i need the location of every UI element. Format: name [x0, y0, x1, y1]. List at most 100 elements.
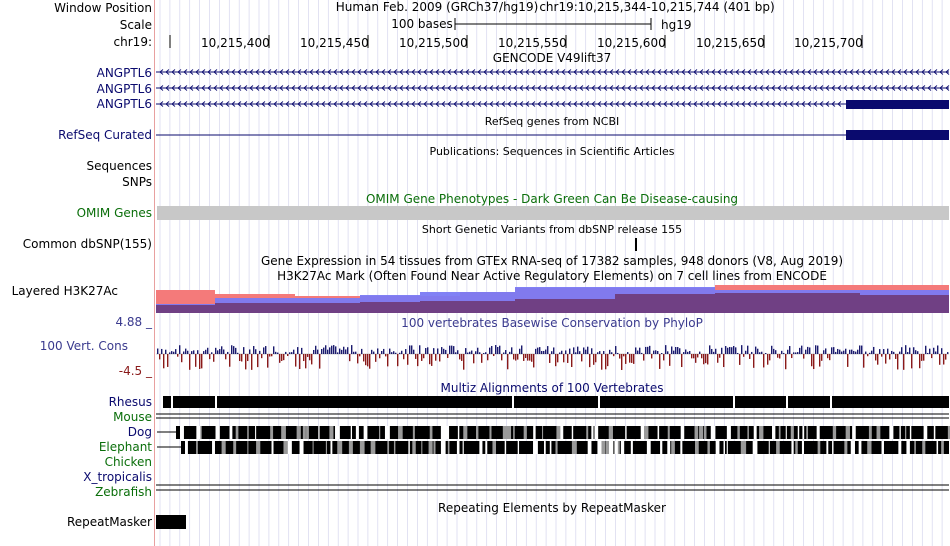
cons-bar	[611, 352, 613, 354]
cons-bar	[557, 354, 559, 363]
cons-bar	[251, 354, 253, 370]
cons-bar	[593, 354, 595, 365]
cons-bar	[923, 354, 925, 361]
cons-bar	[793, 352, 795, 354]
alignment-gap	[513, 426, 515, 439]
cons-bar	[777, 354, 779, 358]
alignment-block	[181, 441, 949, 454]
cons-bar	[225, 354, 227, 360]
alignment-gap	[533, 441, 538, 454]
alignment-gap	[355, 426, 359, 439]
cons-bar	[255, 349, 257, 354]
cons-bar	[689, 350, 691, 354]
alignment-gap	[318, 426, 320, 439]
cons-bar	[641, 352, 643, 354]
cons-bar	[757, 348, 759, 354]
cons-bar	[365, 354, 367, 366]
cons-bar	[631, 354, 633, 363]
alignment-gap	[330, 441, 333, 454]
cons-bar	[669, 354, 671, 366]
cons-bar	[537, 347, 539, 354]
cons-bar	[677, 347, 679, 354]
alignment-gap	[591, 426, 594, 439]
alignment-gap	[899, 426, 901, 439]
cons-bar	[453, 346, 455, 354]
cons-bar	[755, 346, 757, 354]
cons-bar	[681, 354, 683, 368]
alignment-gap	[905, 426, 907, 439]
alignment-gap	[923, 426, 928, 439]
alignment-gap	[329, 426, 334, 439]
gencode-track-title: GENCODE V49lift37	[492, 51, 612, 65]
cons-bar	[415, 354, 417, 359]
cons-bar	[555, 354, 557, 367]
cons-bar	[523, 354, 525, 361]
cons-bar	[773, 348, 775, 354]
cons-bar	[675, 346, 677, 354]
cons-bar	[233, 346, 235, 354]
cons-bar	[313, 349, 315, 354]
cons-bar	[827, 354, 829, 359]
cons-bar	[619, 354, 621, 359]
alignment-gap	[408, 441, 410, 454]
cons-bar	[861, 345, 863, 354]
alignment-gap	[617, 441, 620, 454]
cons-bar	[473, 354, 475, 364]
cons-bar	[167, 354, 169, 367]
cons-bar	[819, 354, 821, 367]
cons-bar	[497, 346, 499, 354]
cons-bar	[463, 354, 465, 370]
cons-bar	[413, 349, 415, 354]
cons-bar	[525, 354, 527, 359]
ruler-tick-label: 10,215,550	[498, 36, 567, 50]
cons-bar	[691, 354, 693, 359]
cons-bar	[865, 351, 867, 354]
alignment-gap	[609, 441, 614, 454]
alignment-gap	[504, 441, 507, 454]
cons-bar	[323, 347, 325, 354]
cons-bar	[209, 354, 211, 360]
cons-bar	[229, 354, 231, 367]
cons-bar	[281, 354, 283, 361]
cons-bar	[603, 351, 605, 354]
cons-bar	[351, 345, 353, 354]
cons-bar	[647, 346, 649, 354]
cons-bar	[163, 354, 165, 369]
alignment-gap	[852, 426, 856, 439]
cons-bar	[877, 354, 879, 365]
cons-bar	[699, 351, 701, 354]
cons-bar	[509, 351, 511, 354]
alignment-gap	[625, 426, 627, 439]
cons-bar	[661, 352, 663, 354]
cons-bar	[201, 354, 203, 369]
cons-bar	[327, 349, 329, 354]
cons-bar	[447, 354, 449, 358]
cons-bar	[315, 345, 317, 354]
cons-bar	[889, 354, 891, 360]
alignment-gap	[830, 396, 832, 408]
cons-bar	[863, 354, 865, 368]
cons-bar	[191, 351, 193, 354]
alignment-gap	[680, 426, 685, 439]
alignment-gap	[247, 441, 249, 454]
cons-bar	[471, 350, 473, 354]
cons-bar	[763, 354, 765, 368]
cons-bar	[519, 348, 521, 354]
alignment-gap	[753, 426, 757, 439]
cons-bar	[581, 354, 583, 362]
cons-bar	[891, 350, 893, 354]
alignment-gap	[801, 441, 805, 454]
alignment-gap	[215, 396, 217, 408]
alignment-gap	[737, 426, 740, 439]
alignment-gap	[898, 441, 902, 454]
cons-bar	[687, 351, 689, 354]
alignment-gap	[196, 441, 198, 454]
alignment-gap	[549, 441, 552, 454]
alignment-gap	[180, 426, 184, 439]
cons-bar	[775, 350, 777, 354]
cons-bar	[665, 345, 667, 354]
cons-bar	[817, 345, 819, 354]
cons-bar	[353, 351, 355, 354]
cons-bar	[577, 346, 579, 354]
alignment-gap	[598, 396, 600, 408]
